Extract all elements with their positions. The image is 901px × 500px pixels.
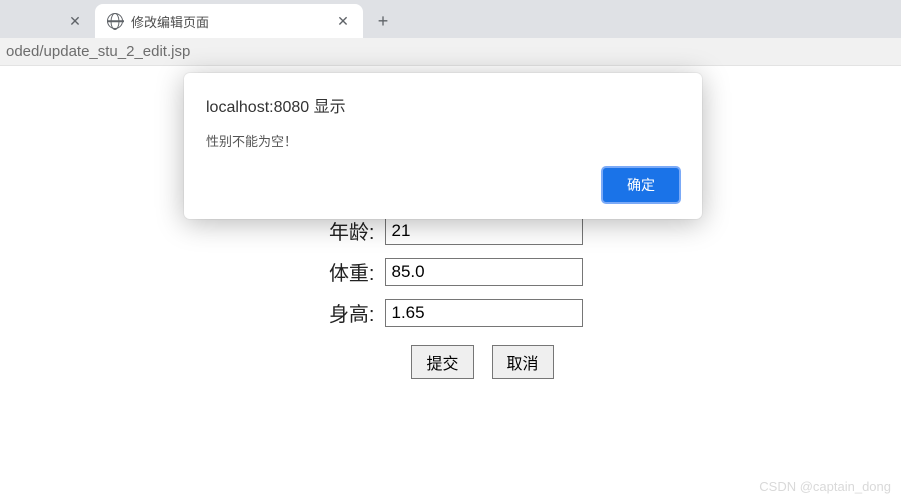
button-row: 提交 取消 <box>383 345 583 379</box>
globe-icon <box>107 13 123 29</box>
label-weight: 体重: <box>319 257 375 286</box>
form-row-age: 年龄: <box>319 216 583 245</box>
dialog-title: localhost:8080 显示 <box>206 93 680 117</box>
input-height[interactable] <box>385 299 583 327</box>
submit-button[interactable]: 提交 <box>411 345 473 379</box>
input-age[interactable] <box>385 217 583 245</box>
tab-title: 修改编辑页面 <box>131 12 327 31</box>
close-icon[interactable]: ✕ <box>335 13 351 29</box>
address-bar[interactable]: oded/update_stu_2_edit.jsp <box>0 38 901 66</box>
tab-strip: ✕ 修改编辑页面 ✕ + <box>0 0 901 38</box>
alert-dialog: localhost:8080 显示 性别不能为空！ 确定 <box>184 73 702 219</box>
label-age: 年龄: <box>319 216 375 245</box>
dialog-message: 性别不能为空！ <box>206 131 680 150</box>
cancel-button[interactable]: 取消 <box>492 345 554 379</box>
form-row-height: 身高: <box>319 298 583 327</box>
close-icon[interactable]: ✕ <box>67 13 83 29</box>
new-tab-button[interactable]: + <box>369 7 397 35</box>
input-weight[interactable] <box>385 258 583 286</box>
tab-inactive[interactable]: ✕ <box>0 4 95 38</box>
label-height: 身高: <box>319 298 375 327</box>
form-row-weight: 体重: <box>319 257 583 286</box>
url-text: oded/update_stu_2_edit.jsp <box>6 43 190 60</box>
tab-active[interactable]: 修改编辑页面 ✕ <box>95 4 363 38</box>
watermark: CSDN @captain_dong <box>759 479 891 494</box>
ok-button[interactable]: 确定 <box>602 167 680 203</box>
